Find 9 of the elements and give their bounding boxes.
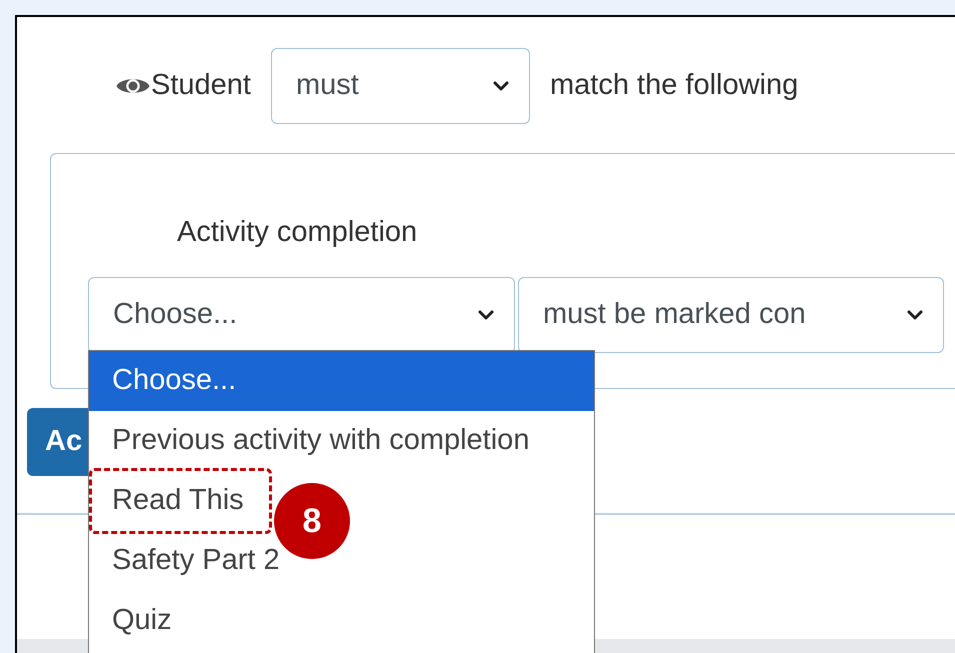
activity-select[interactable]: Choose... [88,276,515,352]
activity-completion-label: Activity completion [177,215,418,250]
student-label: Student [151,68,251,104]
dropdown-option[interactable]: Read This [89,468,272,534]
match-label: match the following [550,68,798,104]
dropdown-option[interactable]: Quiz [89,591,594,651]
completion-state-select[interactable]: must be marked con [518,276,944,352]
dropdown-option[interactable]: Choose... [89,351,594,411]
mode-select[interactable]: must [270,48,530,124]
